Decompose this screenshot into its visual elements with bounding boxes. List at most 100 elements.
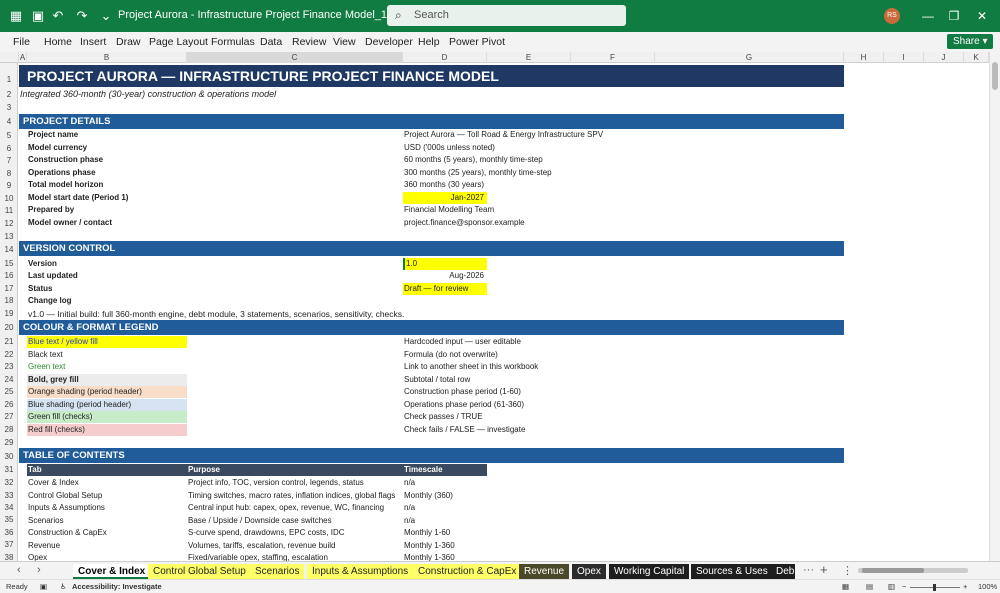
- zoom-out-icon[interactable]: −: [902, 582, 906, 591]
- detail-value[interactable]: Financial Modelling Team: [404, 204, 494, 216]
- sheet-options-icon[interactable]: ⋮: [842, 564, 853, 577]
- row-number[interactable]: 17: [0, 284, 18, 293]
- toc-purpose[interactable]: Project info, TOC, version control, lege…: [188, 477, 364, 489]
- toc-purpose[interactable]: Base / Upside / Downside case switches: [188, 515, 332, 527]
- prev-sheet-icon[interactable]: ‹: [17, 564, 21, 576]
- row-number[interactable]: 37: [0, 540, 18, 549]
- toc-tab[interactable]: Opex: [28, 552, 47, 561]
- toc-timescale[interactable]: Monthly 1-360: [404, 540, 455, 552]
- legend-swatch[interactable]: Orange shading (period header): [27, 386, 187, 398]
- save-icon[interactable]: ▣: [30, 8, 46, 24]
- vertical-scroll-thumb[interactable]: [992, 62, 998, 90]
- legend-description[interactable]: Construction phase period (1-60): [404, 386, 521, 398]
- detail-label[interactable]: Prepared by: [28, 204, 74, 216]
- last-updated-value[interactable]: Aug-2026: [403, 270, 487, 282]
- toc-timescale[interactable]: n/a: [404, 515, 415, 527]
- row-number[interactable]: 1: [0, 75, 18, 84]
- row-number[interactable]: 29: [0, 438, 18, 447]
- select-all-corner[interactable]: [0, 52, 19, 63]
- status-input[interactable]: Draft — for review: [403, 283, 487, 295]
- tab-home[interactable]: Home: [44, 36, 72, 48]
- row-number[interactable]: 30: [0, 452, 18, 461]
- minimize-icon[interactable]: —: [918, 6, 938, 26]
- legend-swatch[interactable]: Blue text / yellow fill: [27, 336, 187, 348]
- row-number[interactable]: 20: [0, 323, 18, 332]
- legend-swatch[interactable]: Black text: [27, 349, 187, 361]
- more-sheets-icon[interactable]: ···: [803, 564, 814, 576]
- detail-label[interactable]: Model start date (Period 1): [28, 192, 128, 204]
- row-number[interactable]: 35: [0, 515, 18, 524]
- row-number[interactable]: 3: [0, 103, 18, 112]
- section-header-project-details[interactable]: PROJECT DETAILS: [19, 114, 844, 129]
- column-header-k[interactable]: K: [964, 52, 989, 63]
- macro-record-icon[interactable]: ▣: [40, 582, 47, 591]
- tab-file[interactable]: File: [13, 36, 30, 48]
- version-label[interactable]: Version: [28, 258, 57, 270]
- sheet-tab-revenue[interactable]: Revenue: [519, 564, 570, 579]
- toc-timescale[interactable]: n/a: [404, 502, 415, 514]
- toc-purpose[interactable]: Timing switches, macro rates, inflation …: [188, 490, 395, 502]
- detail-label[interactable]: Total model horizon: [28, 179, 103, 191]
- legend-description[interactable]: Hardcoded input — user editable: [404, 336, 521, 348]
- legend-description[interactable]: Check fails / FALSE — investigate: [404, 424, 525, 436]
- detail-label[interactable]: Construction phase: [28, 154, 103, 166]
- version-label[interactable]: Status: [28, 283, 52, 295]
- toc-timescale[interactable]: Monthly 1-360: [404, 552, 455, 561]
- toc-header-purpose[interactable]: Purpose: [188, 464, 220, 476]
- detail-label[interactable]: Operations phase: [28, 167, 96, 179]
- legend-swatch[interactable]: Green text: [27, 361, 187, 373]
- close-icon[interactable]: ✕: [972, 6, 992, 26]
- tab-data[interactable]: Data: [260, 36, 282, 48]
- column-header-d[interactable]: D: [403, 52, 487, 63]
- page-layout-view-icon[interactable]: ▤: [866, 582, 873, 591]
- row-number[interactable]: 22: [0, 350, 18, 359]
- legend-description[interactable]: Subtotal / total row: [404, 374, 470, 386]
- row-number[interactable]: 14: [0, 245, 18, 254]
- row-number[interactable]: 18: [0, 296, 18, 305]
- zoom-slider-handle[interactable]: [933, 584, 936, 591]
- toc-purpose[interactable]: Volumes, tariffs, escalation, revenue bu…: [188, 540, 336, 552]
- row-number[interactable]: 8: [0, 169, 18, 178]
- tab-developer[interactable]: Developer: [365, 36, 413, 48]
- row-number[interactable]: 26: [0, 400, 18, 409]
- row-number[interactable]: 32: [0, 478, 18, 487]
- add-sheet-icon[interactable]: +: [820, 562, 828, 577]
- tab-help[interactable]: Help: [418, 36, 440, 48]
- column-header-h[interactable]: H: [844, 52, 884, 63]
- detail-value[interactable]: 300 months (25 years), monthly time-step: [404, 167, 552, 179]
- model-start-date-input[interactable]: Jan-2027: [403, 192, 487, 204]
- section-header-version-control[interactable]: VERSION CONTROL: [19, 241, 844, 256]
- toc-timescale[interactable]: n/a: [404, 477, 415, 489]
- sheet-subtitle[interactable]: Integrated 360-month (30-year) construct…: [20, 88, 276, 100]
- row-number[interactable]: 5: [0, 131, 18, 140]
- row-number[interactable]: 16: [0, 271, 18, 280]
- horizontal-scroll-thumb[interactable]: [862, 568, 924, 573]
- column-header-b[interactable]: B: [27, 52, 187, 63]
- row-number[interactable]: 9: [0, 181, 18, 190]
- column-header-e[interactable]: E: [487, 52, 571, 63]
- tab-review[interactable]: Review: [292, 36, 326, 48]
- tab-formulas[interactable]: Formulas: [211, 36, 255, 48]
- zoom-slider[interactable]: [910, 584, 960, 591]
- sheet-tab-working-capital[interactable]: Working Capital: [609, 564, 690, 579]
- redo-icon[interactable]: ↷: [74, 8, 90, 24]
- toc-tab[interactable]: Control Global Setup: [28, 490, 102, 502]
- vertical-scrollbar[interactable]: [989, 52, 1000, 561]
- row-number[interactable]: 11: [0, 206, 18, 215]
- detail-value[interactable]: project.finance@sponsor.example: [404, 217, 525, 229]
- legend-swatch[interactable]: Blue shading (period header): [27, 399, 187, 411]
- horizontal-scrollbar[interactable]: [858, 568, 968, 573]
- sheet-tab-inputs-assumptions[interactable]: Inputs & Assumptions: [307, 564, 414, 579]
- version-label[interactable]: Change log: [28, 295, 72, 307]
- search-box[interactable]: ⌕ Search: [387, 5, 626, 26]
- toc-purpose[interactable]: S-curve spend, drawdowns, EPC costs, IDC: [188, 527, 345, 539]
- customize-toolbar-icon[interactable]: ⌄: [98, 8, 114, 24]
- toc-purpose[interactable]: Central input hub: capex, opex, revenue,…: [188, 502, 384, 514]
- zoom-in-icon[interactable]: +: [963, 582, 967, 591]
- row-number[interactable]: 7: [0, 156, 18, 165]
- column-header-a[interactable]: A: [19, 52, 27, 63]
- row-number[interactable]: 36: [0, 528, 18, 537]
- row-number[interactable]: 13: [0, 232, 18, 241]
- row-number[interactable]: 19: [0, 309, 18, 318]
- row-number[interactable]: 27: [0, 412, 18, 421]
